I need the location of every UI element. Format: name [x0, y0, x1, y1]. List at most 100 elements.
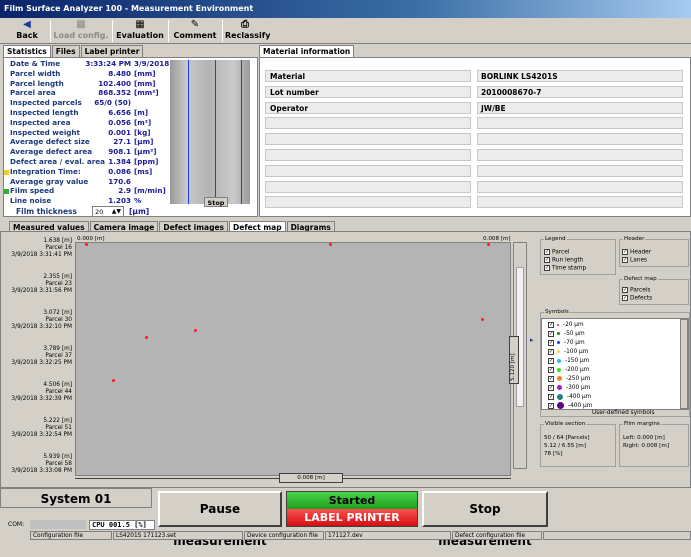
material-value[interactable]: 2010008670-7 [477, 85, 683, 98]
comment-button[interactable]: ✎ Comment [171, 19, 219, 43]
row-parcel: Parcel 51 [45, 424, 72, 431]
film-thickness-spinner[interactable]: 20 ▲▼ [92, 206, 124, 217]
symbol-item[interactable]: ✓ -400 µm [548, 402, 592, 411]
material-value[interactable] [477, 117, 683, 130]
defectmap_opts-checkbox[interactable]: ✓ Defects [622, 295, 652, 302]
stat-value: 27.1 [113, 137, 131, 147]
stat-value: 65/0 (50) [94, 98, 131, 108]
symbol-dot-icon [557, 385, 562, 390]
stat-row: Average gray value 170.6 [6, 176, 171, 186]
stat-value: 170.6 [108, 176, 131, 186]
tab-label-printer[interactable]: Label printer [80, 45, 144, 57]
checkbox-icon[interactable]: ✓ [548, 375, 554, 382]
symbol-label: -20 µm [563, 322, 584, 328]
material-value[interactable] [477, 164, 683, 177]
material-value[interactable] [477, 133, 683, 146]
symbol-item[interactable]: ✓ -100 µm [548, 348, 588, 357]
defect-point[interactable] [145, 335, 149, 339]
row-position: 2.355 [m] [43, 274, 72, 280]
material-value[interactable]: JW/BE [477, 101, 683, 114]
evaluation-button[interactable]: ▦ Evaluation [115, 19, 165, 43]
defect-point[interactable] [481, 317, 485, 321]
material-value[interactable]: BORLINK LS4201S [477, 70, 683, 82]
defect-point[interactable] [193, 328, 197, 332]
row-label: 5.939 [m] Parcel 58 3/9/2018 3:33:08 PM [0, 454, 72, 474]
header-checkbox[interactable]: ✓ Lanes [622, 257, 647, 264]
row-timestamp: 3/9/2018 3:31:41 PM [11, 251, 72, 258]
checkbox-icon[interactable]: ✓ [548, 348, 554, 355]
stat-value: 1.203 [108, 196, 131, 206]
checkbox-icon[interactable]: ✓ [548, 321, 554, 328]
defect-point[interactable] [329, 242, 333, 246]
started-indicator: Started [287, 492, 417, 509]
symbol-dot-icon [557, 323, 559, 326]
film-margins-group: Film margins Left: 0.000 [m] Right: 0.008… [619, 421, 689, 467]
stat-value: 0.086 [108, 166, 131, 176]
row-parcel: Parcel 44 [45, 388, 72, 395]
tab-files[interactable]: Files [51, 45, 80, 57]
symbols-list[interactable]: ✓ -20 µm ✓ -50 µm ✓ -70 µm ✓ -100 µm ✓ -150 µm ✓ -2… [541, 318, 689, 410]
legend-label: Time stamp [552, 265, 587, 272]
row-timestamp: 3/9/2018 3:32:10 PM [11, 323, 72, 330]
checkbox-icon[interactable]: ✓ [622, 295, 628, 301]
checkbox-icon[interactable]: ✓ [548, 384, 554, 391]
checkbox-icon[interactable]: ✓ [548, 402, 554, 409]
symbol-label: -150 µm [565, 358, 590, 364]
expand-arrow-icon[interactable]: ▸ [530, 336, 534, 344]
defectmap_opts-checkbox[interactable]: ✓ Parcels [622, 287, 650, 294]
checkbox-icon[interactable]: ✓ [622, 257, 628, 263]
tab-statistics[interactable]: Statistics [3, 45, 51, 57]
spinner-arrows-icon[interactable]: ▲▼ [112, 207, 121, 217]
checkbox-icon[interactable]: ✓ [548, 357, 554, 364]
checkbox-icon[interactable]: ✓ [544, 249, 550, 255]
legend-checkbox[interactable]: ✓ Parcel [544, 249, 569, 256]
stat-unit: 3/9/2018 [134, 59, 170, 68]
row-timestamp: 3/9/2018 3:32:39 PM [11, 395, 72, 402]
material-label [265, 164, 471, 177]
material-value[interactable] [477, 180, 683, 193]
back-button[interactable]: ◀ Back [8, 19, 46, 43]
checkbox-icon[interactable]: ✓ [548, 330, 554, 337]
tab-material-information[interactable]: Material information [259, 45, 355, 57]
material-value[interactable] [477, 196, 683, 209]
checkbox-icon[interactable]: ✓ [548, 366, 554, 373]
stat-unit: [ms] [134, 166, 153, 176]
symbol-item[interactable]: ✓ -200 µm [548, 366, 589, 375]
legend-checkbox[interactable]: ✓ Time stamp [544, 265, 586, 272]
symbol-item[interactable]: ✓ -250 µm [548, 375, 590, 384]
table-icon: ▦ [135, 19, 145, 30]
pause-measurement-button[interactable]: Pause measurement [158, 491, 282, 548]
reclassify-button[interactable]: ⎙ Reclassify [225, 19, 270, 43]
symbols-scrollbar[interactable] [680, 319, 688, 409]
stop-button[interactable]: Stop [204, 197, 228, 207]
symbol-item[interactable]: ✓ -70 µm [548, 339, 585, 348]
defect-point[interactable] [85, 242, 89, 246]
symbol-item[interactable]: ✓ -300 µm [548, 384, 590, 393]
defect-map-plot[interactable] [75, 242, 511, 476]
legend-checkbox[interactable]: ✓ Run length [544, 257, 583, 264]
row-labels: 1.638 [m] Parcel 16 3/9/2018 3:31:41 PM 2.3… [0, 238, 72, 478]
symbol-item[interactable]: ✓ -20 µm [548, 321, 584, 330]
material-value[interactable] [477, 149, 683, 161]
symbol-item[interactable]: ✓ -50 µm [548, 330, 585, 339]
defect-point[interactable] [112, 379, 116, 383]
checkbox-icon[interactable]: ✓ [548, 393, 554, 400]
material-row [265, 149, 683, 161]
checkbox-icon[interactable]: ✓ [622, 249, 628, 255]
stat-label: Date & Time [10, 59, 61, 68]
checkbox-icon[interactable]: ✓ [544, 257, 550, 263]
stop-measurement-button[interactable]: Stop measurement [422, 491, 548, 548]
defect-config-value [543, 531, 691, 540]
row-timestamp: 3/9/2018 3:33:08 PM [11, 467, 72, 474]
defect-point[interactable] [486, 242, 490, 246]
load-config-button[interactable]: ▩ Load config. [53, 19, 109, 43]
symbol-item[interactable]: ✓ -150 µm [548, 357, 589, 366]
header-checkbox[interactable]: ✓ Header [622, 249, 651, 256]
width-label: 0.008 [m] [279, 473, 343, 483]
checkbox-icon[interactable]: ✓ [548, 339, 554, 346]
symbol-item[interactable]: ✓ -400 µm [548, 393, 591, 402]
checkbox-icon[interactable]: ✓ [544, 265, 550, 271]
folder-icon: ▩ [76, 19, 86, 30]
row-position: 3.072 [m] [43, 310, 72, 316]
checkbox-icon[interactable]: ✓ [622, 287, 628, 293]
